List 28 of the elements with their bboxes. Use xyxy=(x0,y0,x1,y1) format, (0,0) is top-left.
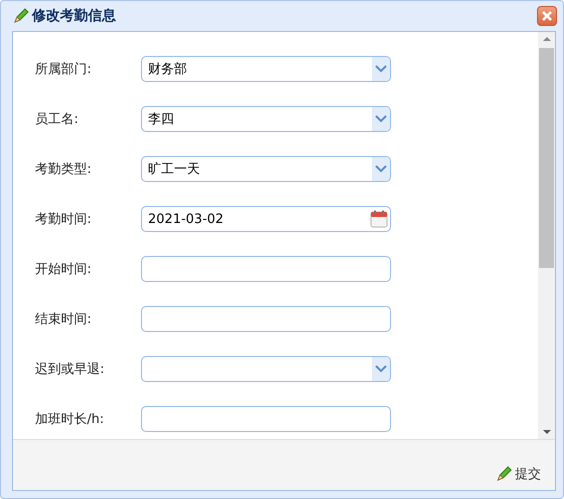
scrollbar[interactable] xyxy=(538,32,555,439)
field-label: 所属部门: xyxy=(35,61,92,78)
dropdown[interactable]: 旷工一天 xyxy=(141,156,391,182)
close-icon xyxy=(541,10,553,22)
field-label: 考勤时间: xyxy=(35,211,92,228)
close-button[interactable] xyxy=(537,6,557,26)
dropdown[interactable]: 财务部 xyxy=(141,56,391,82)
dropdown[interactable] xyxy=(141,356,391,382)
field-label: 加班时长/h: xyxy=(35,411,105,428)
field-label: 员工名: xyxy=(35,111,80,128)
chevron-down-icon xyxy=(375,365,387,373)
chevron-down-icon xyxy=(375,115,387,123)
input-field[interactable] xyxy=(141,406,391,432)
submit-button[interactable]: 提交 xyxy=(491,463,545,485)
chevron-down-icon xyxy=(375,65,387,73)
calendar-icon[interactable] xyxy=(370,210,388,228)
field-label: 迟到或早退: xyxy=(35,361,106,378)
field-label: 开始时间: xyxy=(35,261,92,278)
dropdown[interactable]: 李四 xyxy=(141,106,391,132)
date-field[interactable]: 2021-03-02 xyxy=(141,206,391,232)
window-title: 修改考勤信息 xyxy=(32,7,117,25)
field-label: 结束时间: xyxy=(35,311,92,328)
chevron-down-icon xyxy=(375,165,387,173)
input-field[interactable] xyxy=(141,306,391,332)
input-field[interactable] xyxy=(141,256,391,282)
pencil-icon xyxy=(12,7,30,25)
pencil-icon xyxy=(495,465,513,483)
field-label: 考勤类型: xyxy=(35,161,92,178)
